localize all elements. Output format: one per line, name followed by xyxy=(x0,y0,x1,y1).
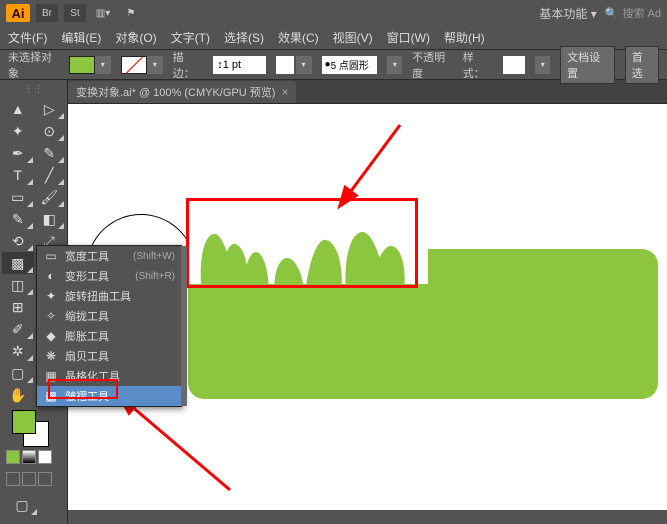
magic-wand-tool[interactable]: ✦ xyxy=(2,120,34,142)
menu-view[interactable]: 视图(V) xyxy=(333,29,373,46)
document-tab[interactable]: 变换对象.ai* @ 100% (CMYK/GPU 预览) × xyxy=(68,81,296,103)
style-dropdown[interactable]: ▾ xyxy=(535,56,550,74)
type-tool[interactable]: T xyxy=(2,164,34,186)
menu-object[interactable]: 对象(O) xyxy=(115,29,156,46)
hand-tool[interactable]: ✋ xyxy=(2,384,34,406)
topbar-left: Ai Br St ▥▾ ⚑ xyxy=(6,4,142,22)
mesh-tool[interactable]: ⊞ xyxy=(2,296,34,318)
menu-type[interactable]: 文字(T) xyxy=(171,29,210,46)
curvature-tool[interactable]: ✎ xyxy=(34,142,66,164)
pucker-tool-icon: ✧ xyxy=(43,309,59,323)
flyout-crystallize-tool[interactable]: ▦晶格化工具 xyxy=(37,366,181,386)
fill-indicator[interactable] xyxy=(12,410,36,434)
control-bar: 未选择对象 ▾ ▾ 描边： ↕ 1 pt ▾ ● 5 点圆形 ▾ 不透明度 样式… xyxy=(0,50,667,80)
warp-tool-icon: ◐ xyxy=(43,269,59,283)
artboard-tool[interactable]: ▢ xyxy=(2,362,34,384)
tool-flyout-menu: ▭宽度工具(Shift+W) ◐变形工具(Shift+R) ✦旋转扭曲工具 ✧缩… xyxy=(36,245,182,407)
color-mode[interactable] xyxy=(6,450,20,464)
stroke-label: 描边： xyxy=(173,49,203,81)
stroke-dropdown[interactable]: ▾ xyxy=(147,56,163,74)
flyout-wrinkle-tool[interactable]: ▩皱褶工具 xyxy=(37,386,181,406)
opacity-label: 不透明度 xyxy=(412,49,453,81)
style-box[interactable] xyxy=(503,56,525,74)
profile-select[interactable]: ● 5 点圆形 xyxy=(322,56,378,74)
flyout-pucker-tool[interactable]: ✧缩拢工具 xyxy=(37,306,181,326)
menu-select[interactable]: 选择(S) xyxy=(224,29,264,46)
width-tool[interactable]: ▩ xyxy=(2,252,34,274)
stroke-swatch[interactable] xyxy=(121,56,147,74)
none-mode[interactable] xyxy=(38,450,52,464)
rectangle-tool[interactable]: ▭ xyxy=(2,186,34,208)
fill-stroke-selector[interactable] xyxy=(12,410,48,446)
menu-file[interactable]: 文件(F) xyxy=(8,29,47,46)
stroke-weight-input[interactable]: ↕ 1 pt xyxy=(213,56,265,74)
draw-normal[interactable] xyxy=(6,472,20,486)
eyedropper-tool[interactable]: ✐ xyxy=(2,318,34,340)
menu-window[interactable]: 窗口(W) xyxy=(387,29,430,46)
draw-behind[interactable] xyxy=(22,472,36,486)
wrinkle-tool-icon: ▩ xyxy=(43,389,59,403)
menu-edit[interactable]: 编辑(E) xyxy=(61,29,101,46)
shaper-tool[interactable]: ✎ xyxy=(2,208,34,230)
search-input[interactable]: 🔍 搜索 Ad xyxy=(605,5,661,21)
fill-swatch[interactable] xyxy=(69,56,95,74)
selection-tool[interactable]: ▲ xyxy=(2,98,34,120)
menu-help[interactable]: 帮助(H) xyxy=(444,29,485,46)
color-panel: ▢ xyxy=(2,406,65,520)
flyout-twirl-tool[interactable]: ✦旋转扭曲工具 xyxy=(37,286,181,306)
menu-effect[interactable]: 效果(C) xyxy=(278,29,319,46)
tab-title: 变换对象.ai* @ 100% (CMYK/GPU 预览) xyxy=(76,84,275,100)
bridge-icon[interactable]: Br xyxy=(36,4,58,22)
stock-icon[interactable]: St xyxy=(64,4,86,22)
twirl-tool-icon: ✦ xyxy=(43,289,59,303)
document-setup-button[interactable]: 文档设置 xyxy=(560,46,615,84)
fill-dropdown[interactable]: ▾ xyxy=(95,56,111,74)
gpu-icon[interactable]: ⚑ xyxy=(120,4,142,22)
screen-mode[interactable]: ▢ xyxy=(6,494,38,516)
lasso-tool[interactable]: ⊙ xyxy=(34,120,66,142)
width-tool-icon: ▭ xyxy=(43,249,59,263)
brush-dropdown[interactable]: ▾ xyxy=(296,56,312,74)
tab-bar: 变换对象.ai* @ 100% (CMYK/GPU 预览) × xyxy=(0,80,667,104)
draw-inside[interactable] xyxy=(38,472,52,486)
selection-status: 未选择对象 xyxy=(8,49,59,81)
paintbrush-tool[interactable]: 🖌 xyxy=(34,186,66,208)
symbol-sprayer-tool[interactable]: ✲ xyxy=(2,340,34,362)
style-label: 样式： xyxy=(463,49,493,81)
scallop-tool-icon: ❋ xyxy=(43,349,59,363)
shape-builder-tool[interactable]: ◫ xyxy=(2,274,34,296)
gradient-mode[interactable] xyxy=(22,450,36,464)
flyout-bloat-tool[interactable]: ◆膨胀工具 xyxy=(37,326,181,346)
app-logo[interactable]: Ai xyxy=(6,4,30,22)
close-icon[interactable]: × xyxy=(281,85,288,99)
topbar-right: 基本功能 ▾ 🔍 搜索 Ad xyxy=(539,5,661,22)
arrange-docs-icon[interactable]: ▥▾ xyxy=(92,4,114,22)
eraser-tool[interactable]: ◧ xyxy=(34,208,66,230)
direct-selection-tool[interactable]: ▷ xyxy=(34,98,66,120)
pen-tool[interactable]: ✒ xyxy=(2,142,34,164)
flyout-width-tool[interactable]: ▭宽度工具(Shift+W) xyxy=(37,246,181,266)
preferences-button[interactable]: 首选 xyxy=(625,46,659,84)
top-bar: Ai Br St ▥▾ ⚑ 基本功能 ▾ 🔍 搜索 Ad xyxy=(0,0,667,26)
flyout-tearoff-grip[interactable] xyxy=(181,246,187,406)
profile-dropdown[interactable]: ▾ xyxy=(387,56,402,74)
line-tool[interactable]: ╱ xyxy=(34,164,66,186)
rotate-tool[interactable]: ⟲ xyxy=(2,230,34,252)
flyout-warp-tool[interactable]: ◐变形工具(Shift+R) xyxy=(37,266,181,286)
crystallize-tool-icon: ▦ xyxy=(43,369,59,383)
bloat-tool-icon: ◆ xyxy=(43,329,59,343)
workspace-switcher[interactable]: 基本功能 ▾ xyxy=(539,5,596,22)
flyout-scallop-tool[interactable]: ❋扇贝工具 xyxy=(37,346,181,366)
artwork-grass xyxy=(198,224,408,294)
